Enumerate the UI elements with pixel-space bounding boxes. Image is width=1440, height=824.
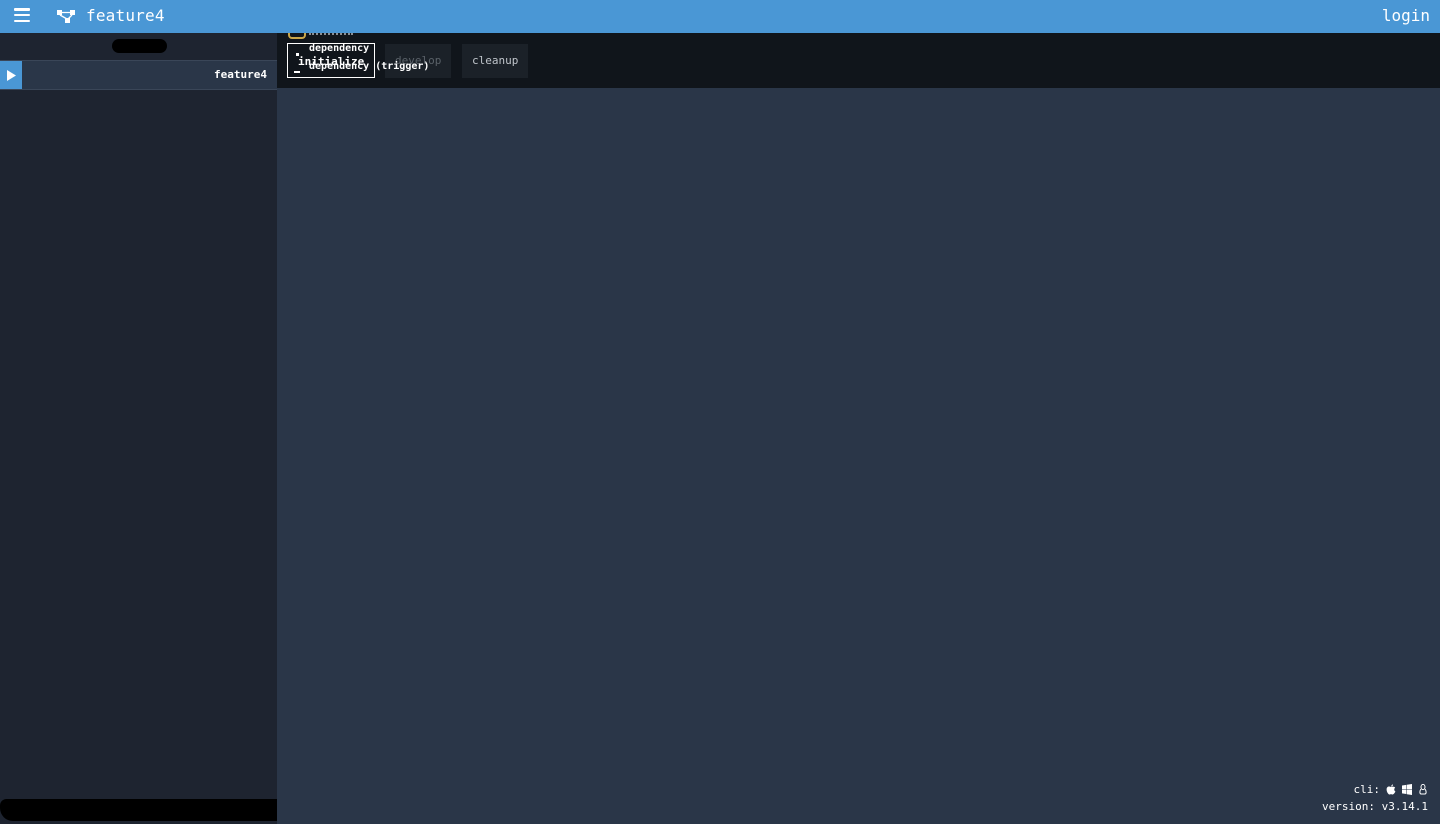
login-link[interactable]: login xyxy=(1382,6,1430,25)
sidebar-item-pipeline[interactable]: feature4 xyxy=(0,60,277,90)
team-name-redaction xyxy=(112,39,167,53)
play-icon[interactable] xyxy=(0,61,22,89)
job-input-dependency[interactable]: dependency xyxy=(309,43,369,54)
top-bar: feature4 login xyxy=(0,0,1440,33)
linux-icon[interactable] xyxy=(1418,784,1428,795)
resource-icon xyxy=(288,33,306,39)
groups-bar: develop cleanup xyxy=(277,33,1440,88)
resource-name-partial xyxy=(309,33,353,38)
pipeline-title: feature4 xyxy=(86,6,165,25)
trigger-connector-dash xyxy=(294,71,300,73)
pipeline-icon xyxy=(57,10,75,23)
sidebar: feature4 xyxy=(0,33,415,824)
job-input-dependency-trigger[interactable]: dependency (trigger) xyxy=(309,61,429,72)
pipeline-graph-area xyxy=(277,88,1440,824)
version-label: version: v3.14.1 xyxy=(1322,800,1428,813)
sidebar-item-label: feature4 xyxy=(214,68,267,81)
cli-label: cli: xyxy=(1353,783,1381,796)
apple-icon[interactable] xyxy=(1386,784,1396,795)
hamburger-menu-icon[interactable] xyxy=(14,8,30,22)
cli-downloads: cli: xyxy=(1354,783,1429,796)
group-tab-cleanup[interactable]: cleanup xyxy=(462,44,528,78)
windows-icon[interactable] xyxy=(1402,784,1412,795)
input-connector-dot xyxy=(296,53,299,56)
